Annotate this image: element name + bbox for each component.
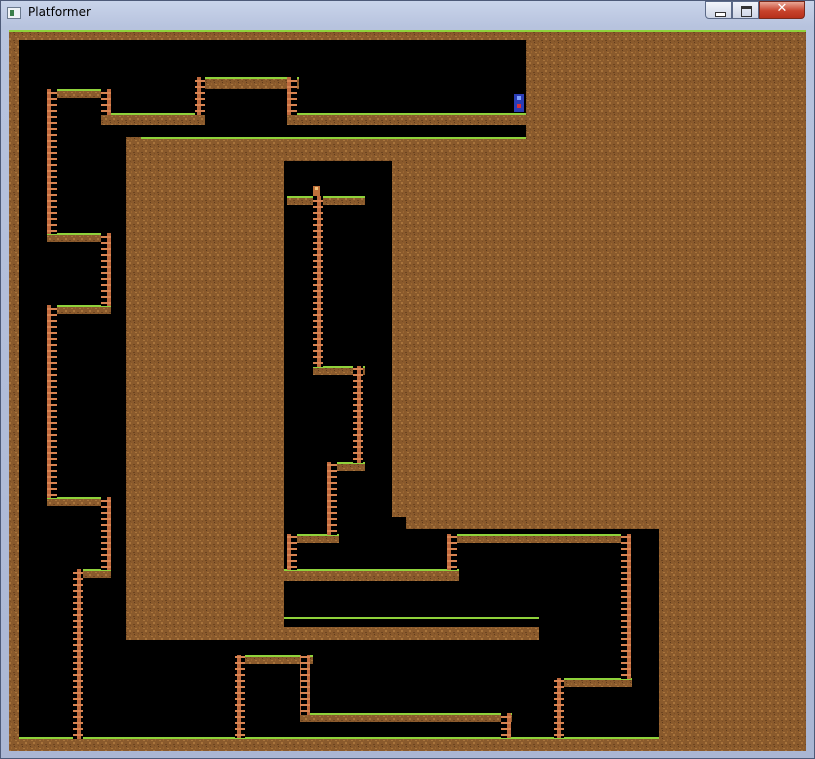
grass-strip — [284, 569, 459, 571]
ladder — [501, 713, 511, 738]
ladder — [287, 77, 297, 115]
ladder — [313, 196, 323, 367]
game-window: Platformer ✕ — [0, 0, 815, 759]
ladder — [73, 569, 83, 739]
small-item-sprite — [313, 186, 320, 196]
ladder — [447, 534, 457, 570]
ladder — [101, 497, 111, 570]
title-bar[interactable]: Platformer ✕ — [1, 1, 814, 27]
dirt-block — [406, 517, 659, 529]
close-icon: ✕ — [776, 1, 788, 16]
ladder — [47, 305, 57, 498]
grass-strip — [287, 113, 526, 115]
grass-strip — [554, 678, 632, 680]
ladder — [101, 89, 111, 115]
ladder — [235, 655, 245, 738]
ladder — [353, 366, 363, 463]
player-emblem — [517, 104, 521, 108]
grass-strip — [195, 77, 299, 79]
ladder — [554, 678, 564, 738]
player-head — [517, 96, 521, 100]
dirt-block — [392, 137, 806, 517]
dirt-block — [9, 30, 19, 751]
maximize-button[interactable] — [732, 1, 759, 19]
dirt-block — [141, 635, 284, 640]
ladder — [101, 233, 111, 306]
dirt-block — [126, 150, 284, 640]
close-button[interactable]: ✕ — [759, 1, 805, 19]
level-map — [9, 30, 806, 751]
ladder — [300, 655, 310, 715]
ladder — [327, 462, 337, 535]
player-sprite — [514, 94, 524, 112]
grass-strip — [284, 617, 539, 619]
game-canvas[interactable] — [9, 30, 806, 751]
grass-strip — [300, 713, 512, 715]
ladder — [621, 534, 631, 679]
grass-strip — [141, 137, 526, 139]
ladder — [287, 534, 297, 570]
grass-strip — [447, 534, 631, 536]
ladder — [195, 77, 205, 115]
dirt-block — [284, 627, 539, 640]
grass-strip — [9, 30, 806, 32]
grass-strip — [101, 113, 205, 115]
window-title: Platformer — [28, 5, 91, 19]
dirt-block — [526, 30, 806, 137]
item-top — [315, 187, 318, 190]
app-icon — [7, 7, 21, 19]
grass-strip — [287, 196, 365, 198]
minimize-button[interactable] — [705, 1, 732, 19]
ladder — [47, 89, 57, 234]
dirt-block — [659, 517, 806, 751]
